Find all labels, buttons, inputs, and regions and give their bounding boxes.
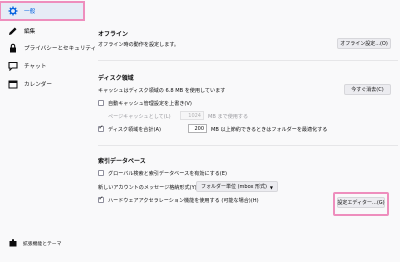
offline-description: オフライン時の動作を設定します。: [98, 42, 179, 48]
sidebar-item-label: チャット: [24, 64, 47, 70]
sidebar-item-label: 拡張機能とテーマ: [23, 241, 62, 247]
hw-accel-checkbox[interactable]: [98, 195, 104, 203]
storage-format-select[interactable]: フォルダー単位 (mbox 形式) ▼: [196, 181, 278, 192]
global-search-label: グローバル検索と索引データベースを有効にする(E): [108, 171, 228, 177]
disk-heading: ディスク領域: [98, 75, 134, 82]
hw-accel-label: ハードウェアアクセラレーション機能を使用する (可能な場合)(H): [108, 198, 259, 204]
override-cache-label: 自動キャッシュ管理設定を上書き(V): [108, 101, 192, 107]
clear-cache-button[interactable]: 今すぐ消去(C): [344, 84, 391, 95]
sidebar: 一般 編集 プライバシーとセキュリティ チャット カレンダー 拡張機能とテーマ: [0, 0, 96, 262]
global-search-checkbox[interactable]: [98, 170, 104, 176]
sidebar-item-privacy[interactable]: プライバシーとセキュリティ: [0, 39, 96, 57]
sidebar-item-general[interactable]: 一般: [0, 1, 85, 21]
cache-limit-input[interactable]: 1024: [180, 111, 204, 120]
chevron-down-icon: ▼: [269, 185, 273, 190]
sidebar-item-chat[interactable]: チャット: [0, 57, 84, 75]
storage-format-label: 新しいアカウントのメッセージ格納形式(Y):: [98, 185, 199, 191]
lock-icon: [8, 43, 18, 53]
override-cache-checkbox[interactable]: [98, 100, 104, 106]
gear-icon: [8, 6, 18, 16]
cache-usage-text: キャッシュはディスク領域の 6.8 MB を使用しています: [98, 88, 226, 94]
section-divider: [98, 60, 398, 61]
puzzle-icon: [8, 238, 18, 248]
sidebar-item-label: 一般: [24, 9, 36, 15]
compact-threshold-input[interactable]: 200: [188, 124, 207, 133]
cache-limit-unit: MB まで使用する: [208, 114, 249, 120]
section-divider: [98, 145, 398, 146]
storage-format-value: フォルダー単位 (mbox 形式): [201, 184, 267, 190]
sidebar-item-label: 編集: [24, 29, 36, 35]
calendar-icon: [8, 79, 18, 89]
compact-threshold-suffix: MB 以上節約できるときはフォルダーを最適化する: [211, 127, 328, 133]
sidebar-item-label: カレンダー: [24, 82, 52, 88]
offline-settings-button[interactable]: オフライン設定...(O): [337, 38, 391, 49]
compact-folders-label: ディスク領域を合計(A): [108, 127, 161, 133]
chat-bubble-icon: [8, 61, 18, 71]
cache-limit-label: ページキャッシュとして(L): [108, 114, 171, 120]
compact-folders-checkbox[interactable]: [98, 124, 104, 132]
index-heading: 索引データベース: [98, 158, 146, 165]
main-panel: オフライン オフライン時の動作を設定します。 オフライン設定...(O) ディス…: [86, 0, 400, 262]
pencil-icon: [8, 26, 18, 36]
config-editor-highlight: [333, 192, 389, 216]
sidebar-item-extensions[interactable]: 拡張機能とテーマ: [0, 236, 86, 250]
offline-heading: オフライン: [98, 31, 129, 38]
sidebar-item-calendar[interactable]: カレンダー: [0, 75, 84, 93]
sidebar-item-compose[interactable]: 編集: [0, 22, 84, 40]
